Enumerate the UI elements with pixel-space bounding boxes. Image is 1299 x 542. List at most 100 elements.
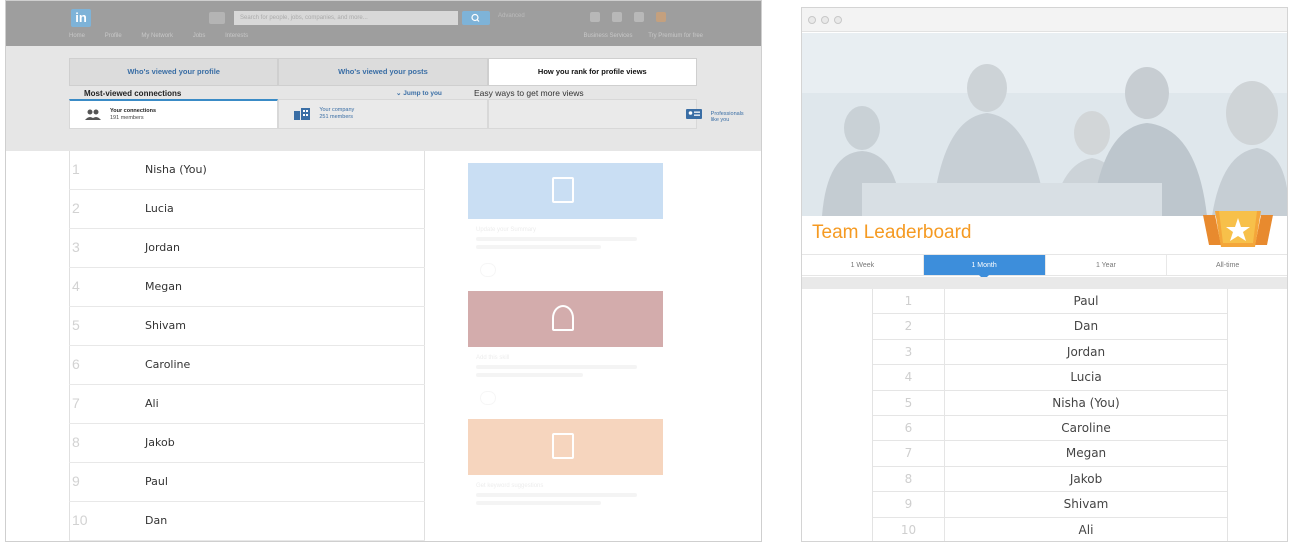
period-tabs: 1 Week 1 Month 1 Year All-time bbox=[802, 254, 1287, 280]
connection-name: Paul bbox=[145, 475, 168, 488]
easy-ways-heading: Easy ways to get more views bbox=[474, 88, 584, 98]
most-viewed-heading: Most-viewed connections bbox=[84, 89, 182, 98]
jump-to-you-link[interactable]: ⌄ Jump to you bbox=[396, 89, 442, 97]
rank-number: 10 bbox=[72, 512, 88, 528]
nav-right: Business Services Try Premium for free bbox=[570, 33, 704, 39]
tab-1-year[interactable]: 1 Year bbox=[1046, 255, 1168, 275]
rank-number: 9 bbox=[72, 473, 80, 489]
nav-jobs[interactable]: Jobs bbox=[193, 33, 206, 39]
page-title: Team Leaderboard bbox=[812, 222, 972, 243]
member-name: Shivam bbox=[1063, 497, 1109, 512]
add-icon[interactable] bbox=[480, 391, 496, 405]
subtab-label: Your company bbox=[319, 107, 355, 113]
connection-name: Nisha (You) bbox=[145, 163, 207, 176]
tab-1-week[interactable]: 1 Week bbox=[802, 255, 924, 275]
business-services-link[interactable]: Business Services bbox=[584, 33, 633, 39]
avatar[interactable] bbox=[656, 12, 666, 22]
connection-name: Megan bbox=[145, 280, 182, 293]
subtab-your-connections[interactable]: Your connections 191 members bbox=[69, 99, 279, 129]
rank-number: 3 bbox=[873, 339, 945, 365]
list-item[interactable]: 2 Lucia bbox=[69, 190, 425, 229]
card-title: Get keyword suggestions bbox=[476, 483, 544, 489]
notifications-icon[interactable] bbox=[612, 12, 622, 22]
suggestion-card[interactable]: Get keyword suggestions bbox=[468, 419, 663, 541]
rank-number: 6 bbox=[72, 356, 80, 372]
table-row[interactable]: 8 Jakob bbox=[873, 466, 1227, 493]
divider bbox=[802, 277, 1287, 289]
table-row[interactable]: 6 Caroline bbox=[873, 415, 1227, 442]
trophy-icon bbox=[1203, 211, 1273, 247]
nav-interests[interactable]: Interests bbox=[225, 33, 248, 39]
rank-number: 2 bbox=[873, 314, 945, 340]
connection-name: Shivam bbox=[145, 319, 186, 332]
member-name: Nisha (You) bbox=[1052, 395, 1120, 410]
advanced-search-link[interactable]: Advanced bbox=[498, 13, 525, 19]
compass-icon bbox=[552, 305, 574, 331]
top-nav-bar: in Search for people, jobs, companies, a… bbox=[6, 1, 761, 46]
rank-number: 9 bbox=[873, 492, 945, 518]
member-name: Megan bbox=[1065, 446, 1107, 461]
list-item[interactable]: 1 Nisha (You) bbox=[69, 151, 425, 190]
list-item[interactable]: 8 Jakob bbox=[69, 424, 425, 463]
subtab-professionals-like-you[interactable]: Professionals like you bbox=[487, 99, 744, 129]
rank-number: 8 bbox=[72, 434, 80, 450]
search-button[interactable] bbox=[462, 11, 490, 25]
rank-number: 2 bbox=[72, 200, 80, 216]
list-item[interactable]: 5 Shivam bbox=[69, 307, 425, 346]
subtab-count: 251 members bbox=[319, 114, 353, 120]
maximize-dot[interactable] bbox=[834, 16, 842, 24]
rank-number: 7 bbox=[72, 395, 80, 411]
suggestion-card[interactable]: Update your Summary bbox=[468, 163, 663, 291]
list-item[interactable]: 7 Ali bbox=[69, 385, 425, 424]
card-title: Add this skill bbox=[476, 355, 510, 361]
suggestion-cards: Update your Summary Add this skill Get k… bbox=[468, 163, 663, 541]
nav-profile[interactable]: Profile bbox=[105, 33, 122, 39]
tab-all-time[interactable]: All-time bbox=[1167, 255, 1287, 275]
connection-name: Caroline bbox=[145, 358, 191, 371]
table-row[interactable]: 10 Ali bbox=[873, 517, 1227, 541]
tab-how-you-rank[interactable]: How you rank for profile views bbox=[487, 58, 697, 86]
table-row[interactable]: 4 Lucia bbox=[873, 365, 1227, 391]
search-input[interactable]: Search for people, jobs, companies, and … bbox=[234, 11, 458, 25]
table-row[interactable]: 9 Shivam bbox=[873, 492, 1227, 518]
list-item[interactable]: 4 Megan bbox=[69, 268, 425, 307]
close-dot[interactable] bbox=[808, 16, 816, 24]
list-item[interactable]: 10 Dan bbox=[69, 502, 425, 541]
menu-icon[interactable] bbox=[209, 12, 225, 24]
messages-icon[interactable] bbox=[590, 12, 600, 22]
table-row[interactable]: 5 Nisha (You) bbox=[873, 390, 1227, 416]
people-icon bbox=[85, 109, 101, 120]
suggestion-card[interactable]: Add this skill bbox=[468, 291, 663, 419]
linkedin-logo[interactable]: in bbox=[71, 9, 91, 27]
subtab-your-company[interactable]: Your company 251 members bbox=[278, 99, 488, 129]
card-title: Update your Summary bbox=[476, 227, 537, 233]
connection-name: Jakob bbox=[145, 436, 175, 449]
minimize-dot[interactable] bbox=[821, 16, 829, 24]
nav-home[interactable]: Home bbox=[69, 33, 85, 39]
table-row[interactable]: 3 Jordan bbox=[873, 339, 1227, 366]
tab-whos-viewed-posts[interactable]: Who's viewed your posts bbox=[278, 58, 488, 86]
table-row[interactable]: 2 Dan bbox=[873, 314, 1227, 340]
subtab-label: Professionals like you bbox=[710, 111, 744, 123]
table-row[interactable]: 7 Megan bbox=[873, 441, 1227, 467]
rank-number: 1 bbox=[72, 161, 80, 177]
list-item[interactable]: 6 Caroline bbox=[69, 346, 425, 385]
tab-1-month[interactable]: 1 Month bbox=[923, 255, 1046, 280]
connection-name: Jordan bbox=[145, 241, 180, 254]
card-text: Add this skill bbox=[468, 347, 663, 389]
try-premium-link[interactable]: Try Premium for free bbox=[648, 33, 703, 39]
nav-my-network[interactable]: My Network bbox=[141, 33, 173, 39]
subtab-label: Your connections bbox=[110, 108, 157, 114]
edit-icon[interactable] bbox=[480, 263, 496, 277]
list-item[interactable]: 3 Jordan bbox=[69, 229, 425, 268]
document-icon bbox=[552, 433, 574, 459]
card-text: Update your Summary bbox=[468, 219, 663, 261]
rank-subtabs: Your connections 191 members Your compan… bbox=[69, 99, 744, 129]
subtab-count: 191 members bbox=[110, 115, 144, 121]
card-icon bbox=[685, 109, 702, 119]
add-connections-icon[interactable] bbox=[634, 12, 644, 22]
table-row[interactable]: 1 Paul bbox=[873, 289, 1227, 315]
connection-name: Lucia bbox=[145, 202, 174, 215]
list-item[interactable]: 9 Paul bbox=[69, 463, 425, 502]
tab-whos-viewed-profile[interactable]: Who's viewed your profile bbox=[69, 58, 279, 86]
